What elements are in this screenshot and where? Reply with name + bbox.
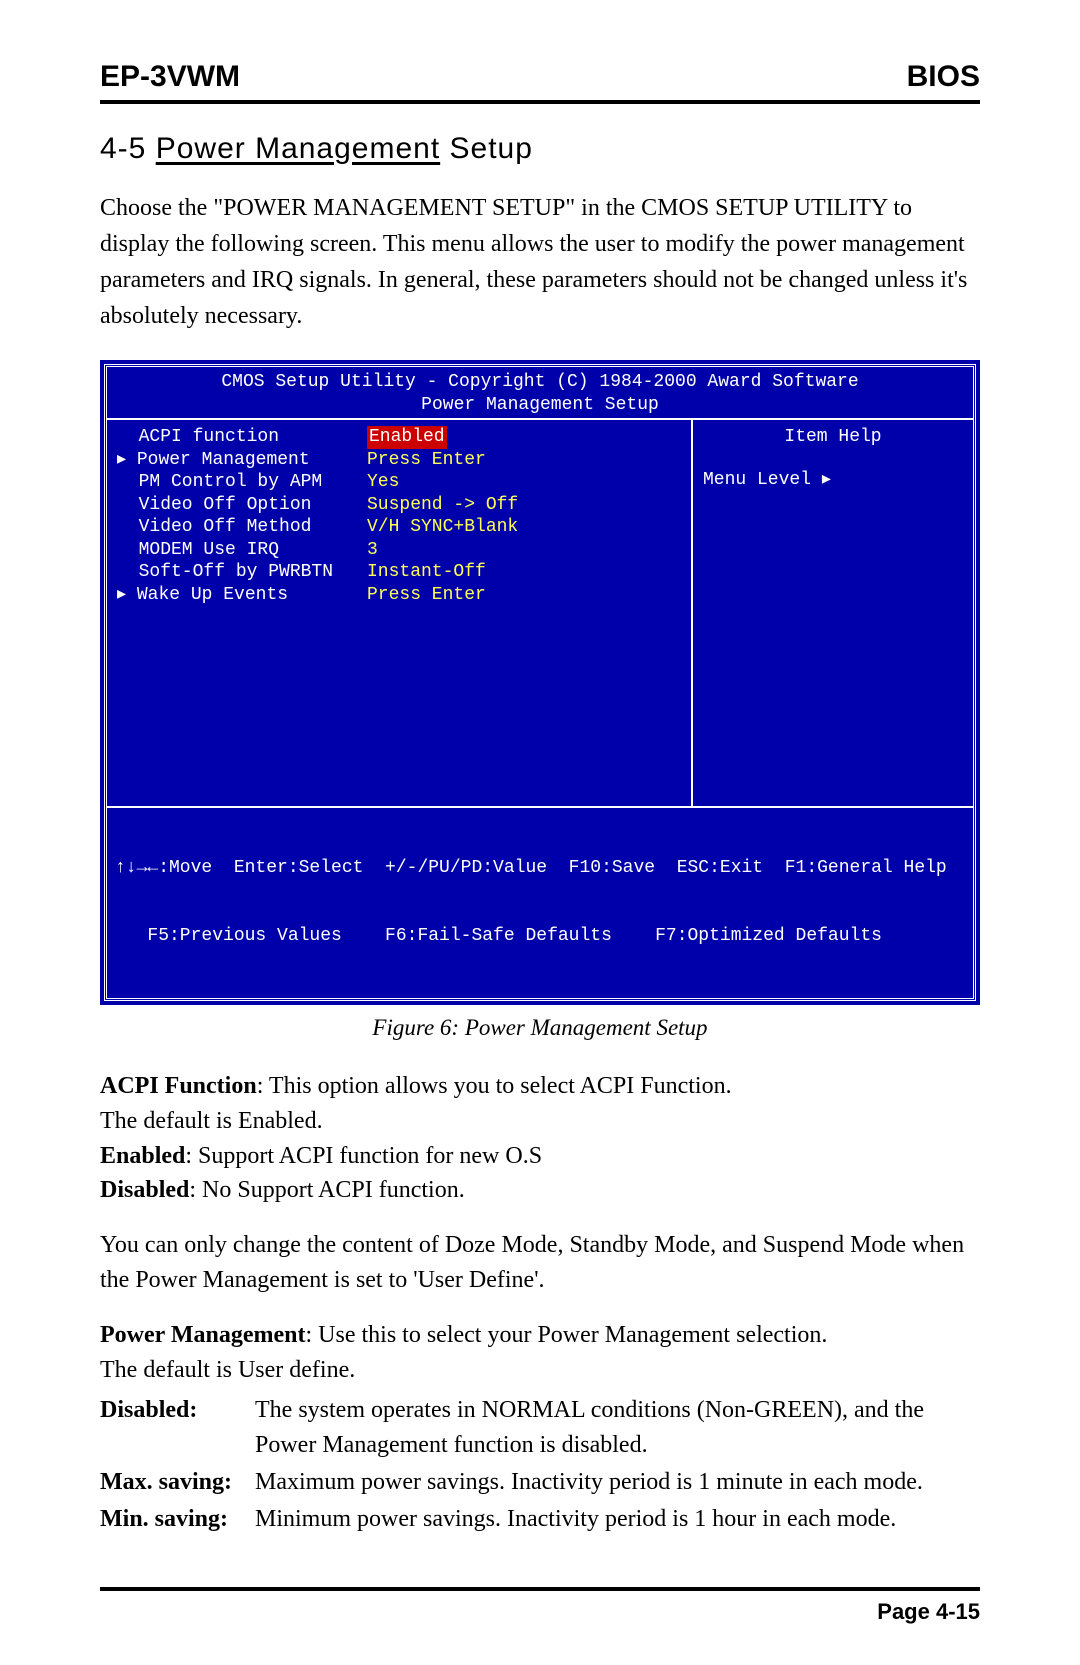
acpi-enabled-text: : Support ACPI function for new O.S xyxy=(185,1143,542,1169)
bios-row[interactable]: ▸ Power Management Press Enter xyxy=(117,449,681,472)
def-term: Disabled: xyxy=(100,1393,255,1463)
bios-item-label: PM Control by APM xyxy=(117,471,367,494)
section-title-rest: Setup xyxy=(440,132,533,165)
acpi-enabled-label: Enabled xyxy=(100,1143,185,1169)
bios-title-line1: CMOS Setup Utility - Copyright (C) 1984-… xyxy=(107,371,973,394)
bios-footer-line2: F5:Previous Values F6:Fail-Safe Defaults… xyxy=(115,925,965,948)
bios-item-value: Enabled xyxy=(367,426,447,449)
bios-item-value: Suspend -> Off xyxy=(367,494,518,517)
acpi-disabled-label: Disabled xyxy=(100,1177,189,1203)
bios-row[interactable]: MODEM Use IRQ 3 xyxy=(117,539,681,562)
bios-footer: ↑↓→←:Move Enter:Select +/-/PU/PD:Value F… xyxy=(107,806,973,998)
pm-paragraph: Power Management: Use this to select you… xyxy=(100,1318,980,1388)
header-model: EP-3VWM xyxy=(100,60,240,94)
bios-row[interactable]: ▸ Wake Up Events Press Enter xyxy=(117,584,681,607)
bios-item-label: MODEM Use IRQ xyxy=(117,539,367,562)
bios-title: CMOS Setup Utility - Copyright (C) 1984-… xyxy=(107,367,973,420)
bios-menu-level: Menu Level ▸ xyxy=(703,469,963,492)
def-row: Disabled: The system operates in NORMAL … xyxy=(100,1393,980,1463)
acpi-default: The default is Enabled. xyxy=(100,1108,323,1134)
bios-item-label: ▸ Wake Up Events xyxy=(117,584,367,607)
definitions: Disabled: The system operates in NORMAL … xyxy=(100,1393,980,1536)
section-title-underlined: Power Management xyxy=(156,132,440,165)
bios-row[interactable]: ACPI function Enabled xyxy=(117,426,681,449)
page-footer: Page 4-15 xyxy=(100,1587,980,1625)
bios-screenshot: CMOS Setup Utility - Copyright (C) 1984-… xyxy=(100,360,980,1005)
bios-row[interactable]: Video Off Method V/H SYNC+Blank xyxy=(117,516,681,539)
acpi-disabled-text: : No Support ACPI function. xyxy=(189,1177,464,1203)
acpi-paragraph: ACPI Function: This option allows you to… xyxy=(100,1069,980,1208)
bios-row[interactable]: Video Off Option Suspend -> Off xyxy=(117,494,681,517)
def-row: Min. saving: Minimum power savings. Inac… xyxy=(100,1502,980,1537)
pm-label: Power Management xyxy=(100,1322,306,1348)
header-section: BIOS xyxy=(907,60,980,94)
bios-item-label: Video Off Method xyxy=(117,516,367,539)
acpi-text: : This option allows you to select ACPI … xyxy=(257,1073,732,1099)
def-desc: Minimum power savings. Inactivity period… xyxy=(255,1502,980,1537)
pm-text: : Use this to select your Power Manageme… xyxy=(306,1322,828,1348)
def-row: Max. saving: Maximum power savings. Inac… xyxy=(100,1465,980,1500)
intro-paragraph: Choose the "POWER MANAGEMENT SETUP" in t… xyxy=(100,190,980,334)
bios-help-title: Item Help xyxy=(703,426,963,449)
acpi-label: ACPI Function xyxy=(100,1073,257,1099)
section-number: 4-5 xyxy=(100,132,156,165)
bios-row[interactable]: Soft-Off by PWRBTN Instant-Off xyxy=(117,561,681,584)
figure-caption: Figure 6: Power Management Setup xyxy=(100,1015,980,1041)
bios-item-value: Press Enter xyxy=(367,449,486,472)
bios-footer-line1: ↑↓→←:Move Enter:Select +/-/PU/PD:Value F… xyxy=(115,857,965,880)
bios-settings-pane: ACPI function Enabled ▸ Power Management… xyxy=(107,420,693,806)
bios-row[interactable]: PM Control by APM Yes xyxy=(117,471,681,494)
bios-title-line2: Power Management Setup xyxy=(107,394,973,417)
bios-item-value: V/H SYNC+Blank xyxy=(367,516,518,539)
bios-item-value: Press Enter xyxy=(367,584,486,607)
bios-item-label: ▸ Power Management xyxy=(117,449,367,472)
def-term: Min. saving: xyxy=(100,1502,255,1537)
def-term: Max. saving: xyxy=(100,1465,255,1500)
bios-item-label: Soft-Off by PWRBTN xyxy=(117,561,367,584)
pm-default: The default is User define. xyxy=(100,1357,355,1383)
bios-item-value: 3 xyxy=(367,539,378,562)
bios-item-value: Yes xyxy=(367,471,399,494)
bios-item-label: Video Off Option xyxy=(117,494,367,517)
def-desc: The system operates in NORMAL conditions… xyxy=(255,1393,980,1463)
def-desc: Maximum power savings. Inactivity period… xyxy=(255,1465,980,1500)
bios-help-pane: Item Help Menu Level ▸ xyxy=(693,420,973,806)
bios-item-label: ACPI function xyxy=(117,426,367,449)
page-header: EP-3VWM BIOS xyxy=(100,60,980,104)
bios-item-value: Instant-Off xyxy=(367,561,486,584)
note-paragraph: You can only change the content of Doze … xyxy=(100,1228,980,1298)
section-title: 4-5 Power Management Setup xyxy=(100,132,980,166)
